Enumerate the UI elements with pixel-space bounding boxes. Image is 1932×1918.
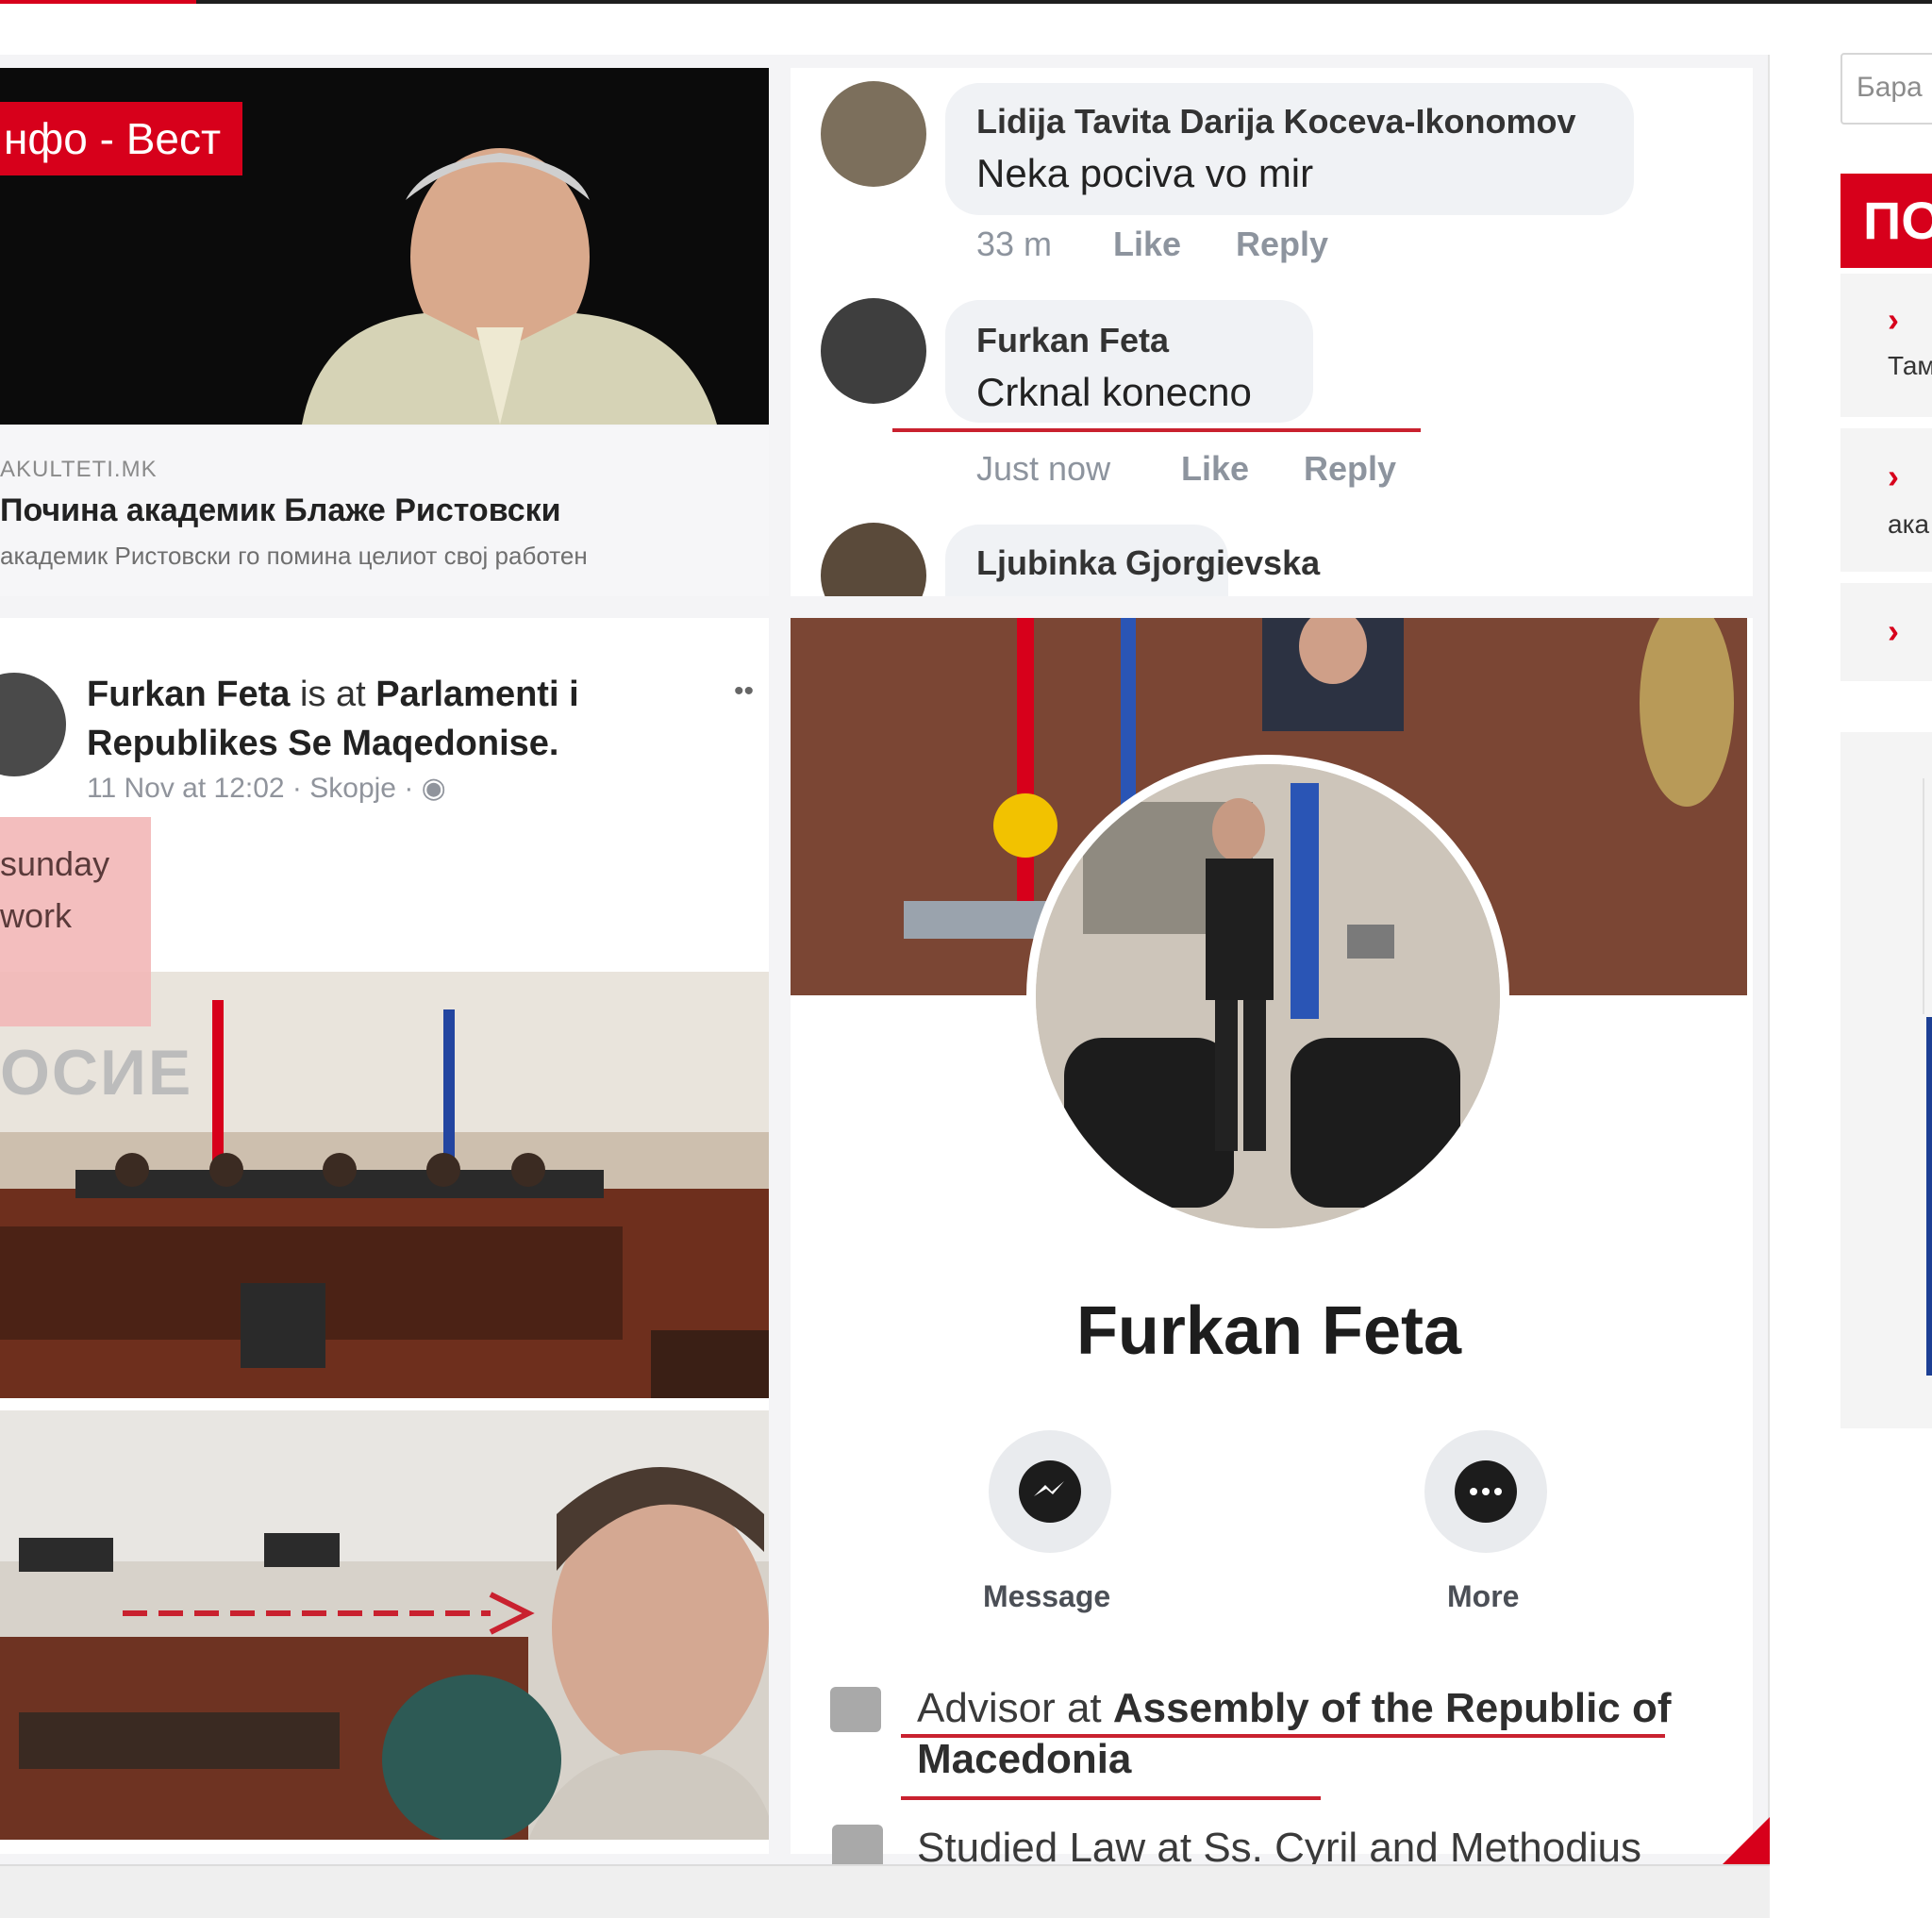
more-button[interactable] — [1424, 1430, 1547, 1553]
comment-avatar — [821, 523, 926, 596]
scroll-strip-border — [0, 1864, 1770, 1866]
sidebar-widget-divider — [1923, 778, 1924, 1014]
portrait-illustration — [264, 134, 755, 425]
profile-name: Furkan Feta — [1075, 1293, 1462, 1369]
post-header: Furkan Feta is at Parlamenti i Republike… — [87, 670, 672, 768]
comment-author: Lidija Tavita Darija Koceva-Ikonomov — [976, 102, 1576, 141]
search-placeholder: Бара — [1857, 72, 1923, 103]
comment-author: Ljubinka Gjorgievska — [976, 543, 1321, 582]
chevron-right-icon: › — [1888, 457, 1899, 495]
news-preview-title: Почина академик Блаже Ристовски — [0, 492, 561, 528]
comment-like-link[interactable]: Like — [1113, 225, 1181, 264]
chevron-right-icon: › — [1888, 611, 1899, 650]
content-border — [1768, 55, 1770, 1864]
comment-text: Neka pociva vo mir — [976, 151, 1314, 195]
more-label[interactable]: More — [1447, 1579, 1519, 1614]
selfie-illustration — [0, 1410, 769, 1840]
sidebar-header: ПО — [1840, 174, 1932, 268]
top-bar-accent — [0, 0, 196, 4]
overlay-text: work — [0, 896, 73, 935]
work-info: Advisor at Assembly of the Republic of — [917, 1685, 1672, 1732]
post-meta-text: 11 Nov at 12:02 · Skopje · — [87, 773, 422, 804]
selfie-photo — [0, 1410, 769, 1840]
news-preview-subtitle: академик Ристовски го помина целиот свој… — [0, 542, 588, 570]
sidebar-news-item[interactable]: › Там — [1840, 274, 1932, 417]
work-info-prefix: Advisor at — [917, 1685, 1113, 1731]
post-meta: 11 Nov at 12:02 · Skopje · ◉ — [87, 772, 446, 805]
messenger-icon — [1019, 1460, 1081, 1523]
comment-avatar — [821, 298, 926, 404]
sidebar-widget — [1840, 732, 1932, 1428]
message-button[interactable] — [989, 1430, 1111, 1553]
comment-reply-link[interactable]: Reply — [1236, 225, 1328, 264]
message-label[interactable]: Message — [983, 1579, 1110, 1614]
watermark: ОСИЕ — [0, 1037, 193, 1109]
sidebar-ad-banner[interactable] — [1926, 1017, 1932, 1376]
work-info-continued: Macedonia — [917, 1736, 1131, 1783]
comment-like-link[interactable]: Like — [1181, 449, 1249, 489]
comment-reply-link[interactable]: Reply — [1304, 449, 1396, 489]
top-bar — [0, 0, 1932, 4]
news-preview-source: AKULTETI.MK — [0, 457, 158, 482]
graduation-cap-icon — [832, 1825, 883, 1864]
brand-badge: нфо - Вест — [0, 102, 242, 175]
comment-text: Crknal konecno — [976, 370, 1252, 414]
profile-photo-illustration — [1036, 764, 1500, 1228]
post-connector: is at — [299, 675, 366, 714]
comment-author: Furkan Feta — [976, 321, 1170, 359]
comment-avatar — [821, 81, 926, 187]
corner-accent — [1723, 1817, 1770, 1864]
chevron-right-icon: › — [1888, 300, 1899, 339]
sidebar-news-item[interactable]: › — [1840, 583, 1932, 681]
education-info: Studied Law at Ss. Cyril and Methodius — [917, 1825, 1641, 1864]
sidebar-news-snippet: ака — [1888, 509, 1930, 539]
globe-icon: ◉ — [421, 773, 446, 804]
more-options-icon[interactable]: •• — [734, 675, 754, 708]
sidebar-news-item[interactable]: › ака — [1840, 428, 1932, 572]
education-row: Studied Law at Ss. Cyril and Methodius — [791, 1811, 1753, 1864]
highlight-underline — [892, 428, 1421, 432]
scroll-strip — [0, 1864, 1770, 1918]
highlight-underline — [901, 1796, 1321, 1800]
profile-picture — [1036, 764, 1500, 1228]
ellipsis-icon — [1455, 1460, 1517, 1523]
sidebar-news-snippet: Там — [1888, 351, 1932, 380]
comment-time: Just now — [976, 449, 1111, 488]
work-info-place[interactable]: Assembly of the Republic of — [1113, 1685, 1672, 1731]
post-author: Furkan Feta — [87, 675, 291, 714]
briefcase-icon — [830, 1687, 881, 1732]
work-info-place-cont[interactable]: Macedonia — [917, 1736, 1131, 1782]
comment-time: 33 m — [976, 225, 1053, 263]
overlay-text: sunday — [0, 844, 110, 883]
comment-clipped: Ljubinka Gjorgievska — [791, 509, 1753, 596]
